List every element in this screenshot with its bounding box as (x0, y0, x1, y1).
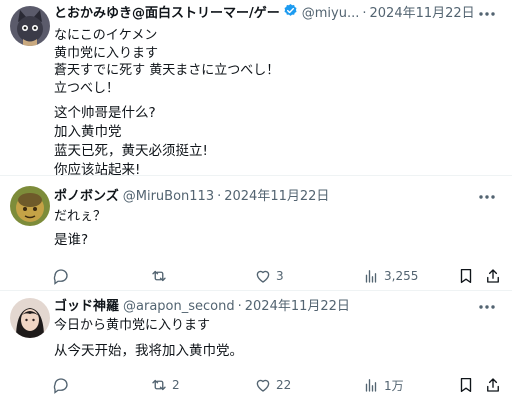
post-header: とおかみゆき@面白ストリーマー/ゲー @miyu... · 2024年11月22… (54, 3, 475, 25)
share-icon (487, 269, 499, 283)
bookmark-icon (460, 268, 472, 284)
post-divider (0, 290, 512, 291)
like-button[interactable]: 3 (254, 265, 284, 287)
user-handle[interactable]: @MiruBon113 (123, 187, 214, 207)
like-icon (256, 270, 270, 283)
reply-button[interactable] (52, 374, 74, 396)
post-original-text: 今日から黄巾党に入ります (54, 317, 210, 335)
post-translation-text: 这个帅哥是什么? 加入黄巾党 蓝天已死，黄天必须挺立! 你应该站起来! (54, 104, 208, 180)
like-count: 22 (276, 378, 292, 392)
post-2[interactable]: ポノボンズ @MiruBon113 · 2024年11月22日 だれぇ？ 是谁?… (0, 178, 512, 287)
text-line: 从今天开始，我将加入黄巾党。 (54, 343, 243, 359)
avatar-image (10, 186, 50, 226)
like-button[interactable]: 22 (254, 374, 291, 396)
reply-button[interactable] (52, 265, 74, 287)
bookmark-button[interactable] (457, 265, 475, 287)
more-options-button[interactable] (476, 297, 498, 317)
post-date[interactable]: 2024年11月22日 (224, 187, 329, 207)
post-original-text: なにこのイケメン 黄巾党に入ります 蒼天すでに死す 黄天まさに立つべし！ 立つべ… (54, 27, 279, 97)
more-options-button[interactable] (476, 187, 498, 207)
post-translation-text: 从今天开始，我将加入黄巾党。 (54, 342, 243, 361)
post-date[interactable]: 2024年11月22日 (370, 4, 475, 24)
post-translation-text: 是谁? (54, 231, 88, 250)
share-button[interactable] (484, 265, 502, 287)
views-icon (365, 379, 377, 392)
reply-icon (53, 378, 68, 394)
post-3[interactable]: ゴッド神羅 @arapon_second · 2024年11月22日 今日から黄… (0, 292, 512, 399)
post-1[interactable]: とおかみゆき@面白ストリーマー/ゲー @miyu... · 2024年11月22… (0, 0, 512, 178)
text-line: だれぇ？ (54, 209, 107, 224)
repost-button[interactable] (150, 265, 172, 287)
action-bar: 2 22 1万 (52, 374, 502, 396)
share-icon (487, 378, 499, 392)
view-count: 1万 (384, 378, 404, 393)
repost-count: 2 (172, 378, 180, 392)
post-header: ゴッド神羅 @arapon_second · 2024年11月22日 (54, 297, 350, 317)
text-line: 加入黄巾党 (54, 124, 122, 140)
username[interactable]: とおかみゆき@面白ストリーマー/ゲー (54, 4, 280, 24)
user-handle[interactable]: @miyu... (302, 4, 360, 24)
views-button[interactable]: 3,255 (362, 265, 418, 287)
view-count: 3,255 (384, 269, 419, 283)
post-date[interactable]: 2024年11月22日 (245, 297, 350, 317)
more-options-button[interactable] (476, 4, 498, 24)
share-button[interactable] (484, 374, 502, 396)
like-count: 3 (276, 269, 284, 283)
avatar[interactable] (10, 298, 50, 338)
text-line: 蓝天已死，黄天必须挺立! (54, 143, 208, 159)
avatar[interactable] (10, 6, 50, 46)
text-line: 蒼天すでに死す 黄天まさに立つべし！ (54, 63, 280, 78)
bookmark-icon (460, 377, 472, 393)
text-line: 这个帅哥是什么? (54, 105, 156, 121)
repost-button[interactable]: 2 (150, 374, 180, 396)
views-icon (365, 270, 377, 283)
like-icon (256, 379, 270, 392)
separator-dot: · (237, 299, 242, 314)
username[interactable]: ポノボンズ (54, 187, 119, 207)
avatar-image (10, 6, 50, 46)
avatar[interactable] (10, 186, 50, 226)
repost-icon (152, 379, 166, 391)
more-icon (479, 305, 495, 309)
more-icon (479, 195, 495, 199)
verified-icon (283, 3, 298, 25)
post-original-text: だれぇ？ (54, 208, 106, 226)
bookmark-button[interactable] (457, 374, 475, 396)
action-bar: 3 3,255 (52, 265, 502, 287)
reply-icon (53, 269, 68, 285)
repost-icon (152, 270, 166, 282)
views-button[interactable]: 1万 (362, 374, 404, 396)
post-divider (0, 175, 512, 176)
username[interactable]: ゴッド神羅 (54, 297, 119, 317)
avatar-image (10, 298, 50, 338)
text-line: 立つべし！ (54, 80, 120, 96)
separator-dot: · (362, 6, 367, 21)
text-line: なにこのイケメン (54, 28, 158, 43)
text-line: 黄巾党に入ります (54, 45, 159, 61)
text-line: 今日から黄巾党に入ります (54, 318, 211, 333)
post-header: ポノボンズ @MiruBon113 · 2024年11月22日 (54, 187, 329, 207)
user-handle[interactable]: @arapon_second (123, 297, 235, 317)
text-line: 是谁? (54, 232, 89, 248)
more-icon (479, 12, 495, 16)
separator-dot: · (217, 189, 222, 204)
